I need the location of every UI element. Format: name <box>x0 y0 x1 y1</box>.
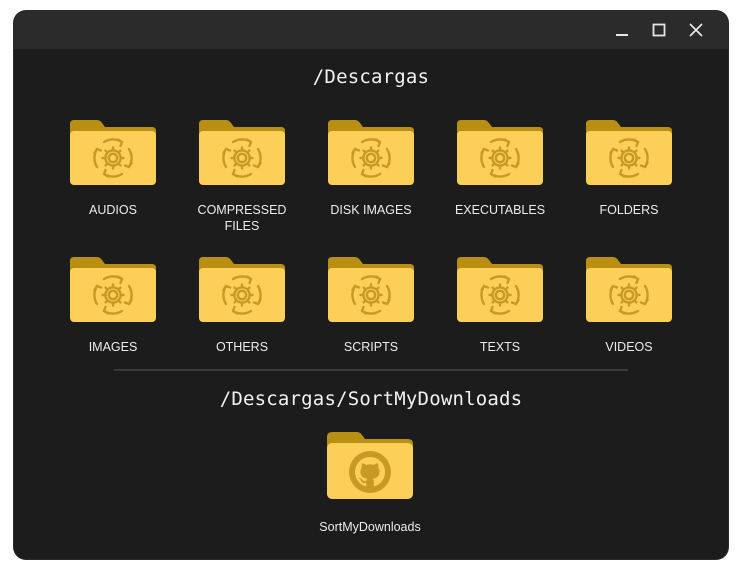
folder-label: COMPRESSED FILES <box>197 203 287 233</box>
folder-label: DISK IMAGES <box>330 203 412 217</box>
sortmydownloads-folder-label: SortMyDownloads <box>319 520 421 534</box>
folder-label: VIDEOS <box>605 340 653 354</box>
folder-label: FOLDERS <box>599 203 659 217</box>
folder-label: SCRIPTS <box>343 340 399 354</box>
section-divider <box>114 369 628 371</box>
folder-label: EXECUTABLES <box>454 203 546 217</box>
folder-label: TEXTS <box>479 340 521 354</box>
folder-label: IMAGES <box>88 340 138 354</box>
folder-label: OTHERS <box>215 340 269 354</box>
minimize-button[interactable] <box>603 11 641 49</box>
maximize-icon <box>652 23 666 37</box>
folder-label: AUDIOS <box>89 203 137 217</box>
minimize-icon <box>615 23 629 37</box>
current-path-title: /Descargas <box>312 66 430 88</box>
close-icon <box>689 23 703 37</box>
maximize-button[interactable] <box>640 11 678 49</box>
app-window: /Descargas AUDIOS COMPRESSED FILES DISK … <box>14 11 728 559</box>
app-path-title: /Descargas/SortMyDownloads <box>219 388 523 410</box>
title-bar[interactable] <box>14 11 728 49</box>
close-button[interactable] <box>677 11 715 49</box>
